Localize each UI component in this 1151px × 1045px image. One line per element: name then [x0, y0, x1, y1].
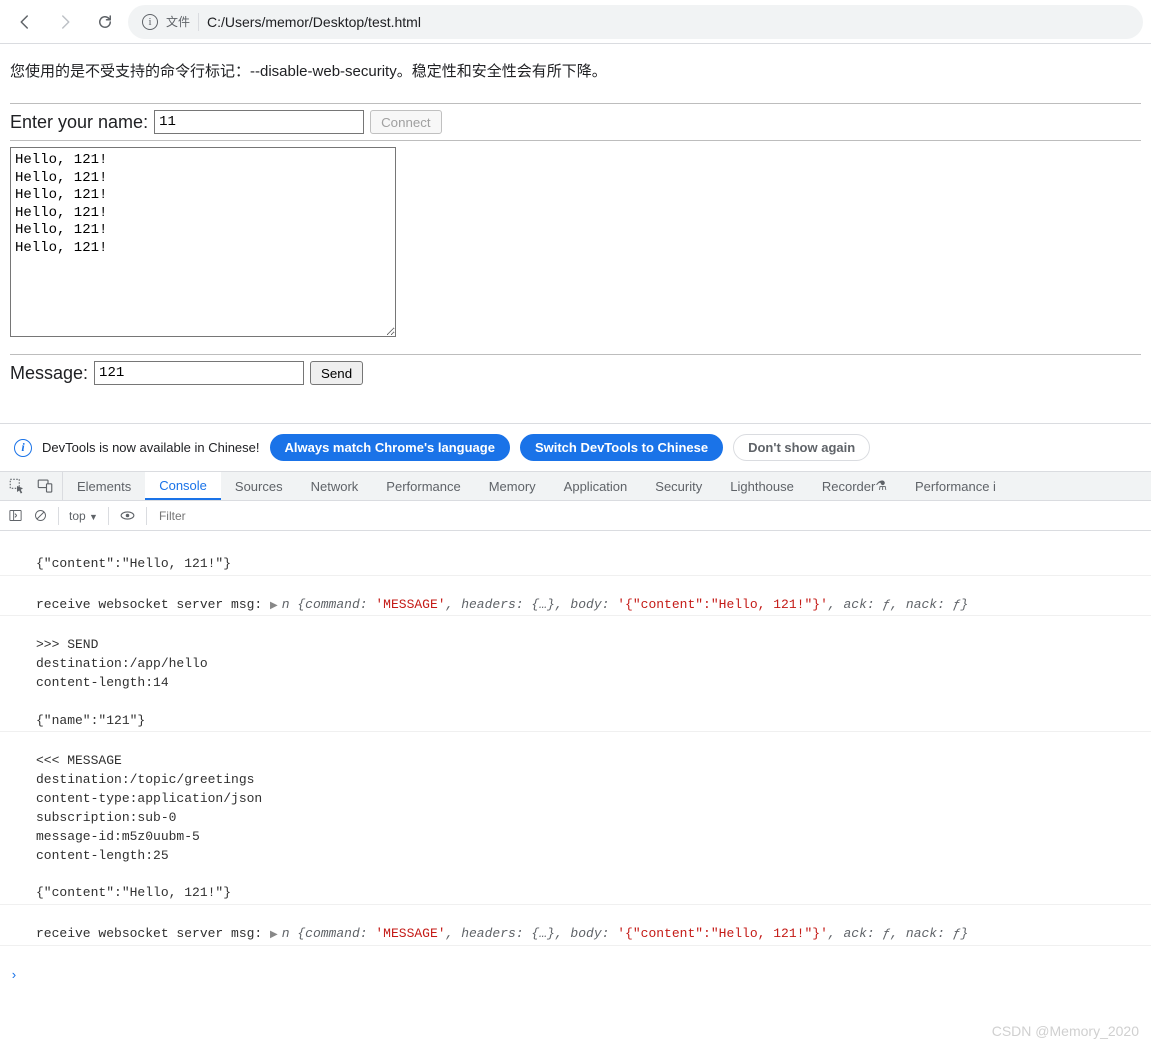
context-selector[interactable]: top ▼ [69, 509, 98, 523]
name-input[interactable] [154, 110, 364, 134]
forward-button[interactable] [48, 5, 82, 39]
page-content: Enter your name: Connect Hello, 121! Hel… [0, 103, 1151, 385]
sidebar-toggle-icon[interactable] [8, 508, 23, 523]
filter-input[interactable] [157, 508, 457, 524]
expand-arrow-icon[interactable]: ▶ [270, 601, 282, 612]
name-label: Enter your name: [10, 112, 148, 133]
divider [10, 354, 1141, 355]
tab-security[interactable]: Security [641, 472, 716, 500]
inspect-icon[interactable] [8, 477, 26, 495]
address-bar[interactable]: i 文件 C:/Users/memor/Desktop/test.html [128, 5, 1143, 39]
live-expression-icon[interactable] [119, 507, 136, 524]
always-match-button[interactable]: Always match Chrome's language [270, 434, 510, 461]
browser-toolbar: i 文件 C:/Users/memor/Desktop/test.html [0, 0, 1151, 44]
tab-recorder[interactable]: Recorder ⚗ [808, 472, 901, 500]
connect-button[interactable]: Connect [370, 110, 442, 134]
message-row: Message: Send [10, 361, 1141, 385]
console-entry: receive websocket server msg: ▶n {comman… [0, 595, 1151, 617]
console-prompt[interactable]: › [0, 965, 1151, 988]
back-button[interactable] [8, 5, 42, 39]
tab-elements[interactable]: Elements [63, 472, 145, 500]
divider [10, 140, 1141, 141]
tab-lighthouse[interactable]: Lighthouse [716, 472, 808, 500]
console-entry: <<< MESSAGE destination:/topic/greetings… [0, 751, 1151, 905]
tab-network[interactable]: Network [297, 472, 373, 500]
devtools-language-banner: i DevTools is now available in Chinese! … [0, 423, 1151, 471]
divider [10, 103, 1141, 104]
page-info-icon[interactable]: i [142, 14, 158, 30]
device-toggle-icon[interactable] [36, 477, 54, 495]
name-row: Enter your name: Connect [10, 110, 1141, 134]
separator [198, 13, 199, 31]
flask-icon: ⚗ [875, 478, 887, 494]
console-toolbar: top ▼ [0, 501, 1151, 531]
tab-memory[interactable]: Memory [475, 472, 550, 500]
tab-console[interactable]: Console [145, 472, 221, 500]
console-entry: receive websocket server msg: ▶n {comman… [0, 924, 1151, 946]
banner-text: DevTools is now available in Chinese! [42, 440, 260, 455]
reload-icon [96, 13, 114, 31]
tab-performance[interactable]: Performance [372, 472, 474, 500]
message-input[interactable] [94, 361, 304, 385]
console-entry: >>> SEND destination:/app/hello content-… [0, 635, 1151, 732]
file-label: 文件 [166, 13, 190, 30]
message-label: Message: [10, 363, 88, 384]
security-warning: 您使用的是不受支持的命令行标记：--disable-web-security。稳… [0, 44, 1151, 97]
tab-sources[interactable]: Sources [221, 472, 297, 500]
send-button[interactable]: Send [310, 361, 363, 385]
console-entry: {"content":"Hello, 121!"} [0, 554, 1151, 576]
console-output: {"content":"Hello, 121!"} receive websoc… [0, 531, 1151, 1045]
tab-performance-i[interactable]: Performance i [901, 472, 1010, 500]
arrow-right-icon [56, 13, 74, 31]
devtools-tabs: ElementsConsoleSourcesNetworkPerformance… [0, 471, 1151, 501]
reload-button[interactable] [88, 5, 122, 39]
switch-to-chinese-button[interactable]: Switch DevTools to Chinese [520, 434, 723, 461]
output-textarea[interactable]: Hello, 121! Hello, 121! Hello, 121! Hell… [10, 147, 396, 337]
clear-console-icon[interactable] [33, 508, 48, 523]
arrow-left-icon [16, 13, 34, 31]
tab-application[interactable]: Application [550, 472, 642, 500]
watermark: CSDN @Memory_2020 [992, 1021, 1139, 1041]
info-icon: i [14, 439, 32, 457]
dont-show-again-button[interactable]: Don't show again [733, 434, 870, 461]
url-text: C:/Users/memor/Desktop/test.html [207, 14, 421, 30]
